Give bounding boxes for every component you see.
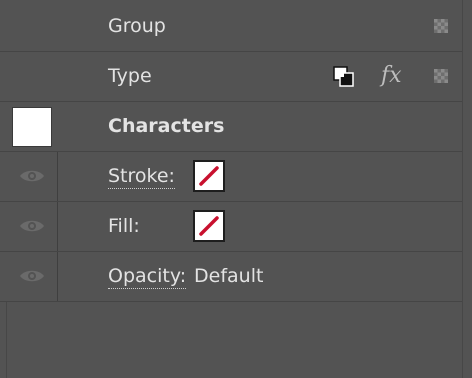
eye-icon[interactable] bbox=[18, 267, 46, 285]
divider bbox=[57, 152, 58, 201]
group-label: Group bbox=[108, 15, 166, 37]
characters-label: Characters bbox=[108, 115, 225, 137]
checkerboard-icon[interactable] bbox=[434, 19, 448, 33]
panel-left-border bbox=[6, 302, 7, 378]
stroke-label[interactable]: Stroke: bbox=[108, 165, 175, 189]
characters-thumbnail bbox=[12, 107, 52, 147]
opacity-label[interactable]: Opacity: bbox=[108, 265, 187, 289]
type-label: Type bbox=[108, 65, 152, 87]
checkerboard-icon[interactable] bbox=[434, 69, 448, 83]
row-stroke[interactable]: Stroke: bbox=[0, 152, 462, 202]
eye-icon[interactable] bbox=[18, 167, 46, 185]
opacity-value[interactable]: Default bbox=[194, 265, 263, 287]
stroke-swatch[interactable] bbox=[193, 160, 225, 192]
duplicate-icon[interactable] bbox=[333, 66, 355, 88]
row-fill[interactable]: Fill: bbox=[0, 202, 462, 252]
fill-label: Fill: bbox=[108, 215, 140, 237]
fx-icon[interactable]: fx bbox=[381, 61, 402, 91]
panel-right-border bbox=[462, 0, 463, 378]
row-group[interactable]: Group bbox=[0, 2, 462, 52]
divider bbox=[57, 202, 58, 251]
eye-icon[interactable] bbox=[18, 217, 46, 235]
row-type[interactable]: Type fx bbox=[0, 52, 462, 102]
divider bbox=[57, 252, 58, 301]
row-characters[interactable]: Characters bbox=[0, 102, 462, 152]
fill-swatch[interactable] bbox=[193, 210, 225, 242]
row-opacity[interactable]: Opacity: Default bbox=[0, 252, 462, 302]
appearance-panel: Group Type fx Characters Stroke: Fill: O… bbox=[0, 0, 472, 378]
